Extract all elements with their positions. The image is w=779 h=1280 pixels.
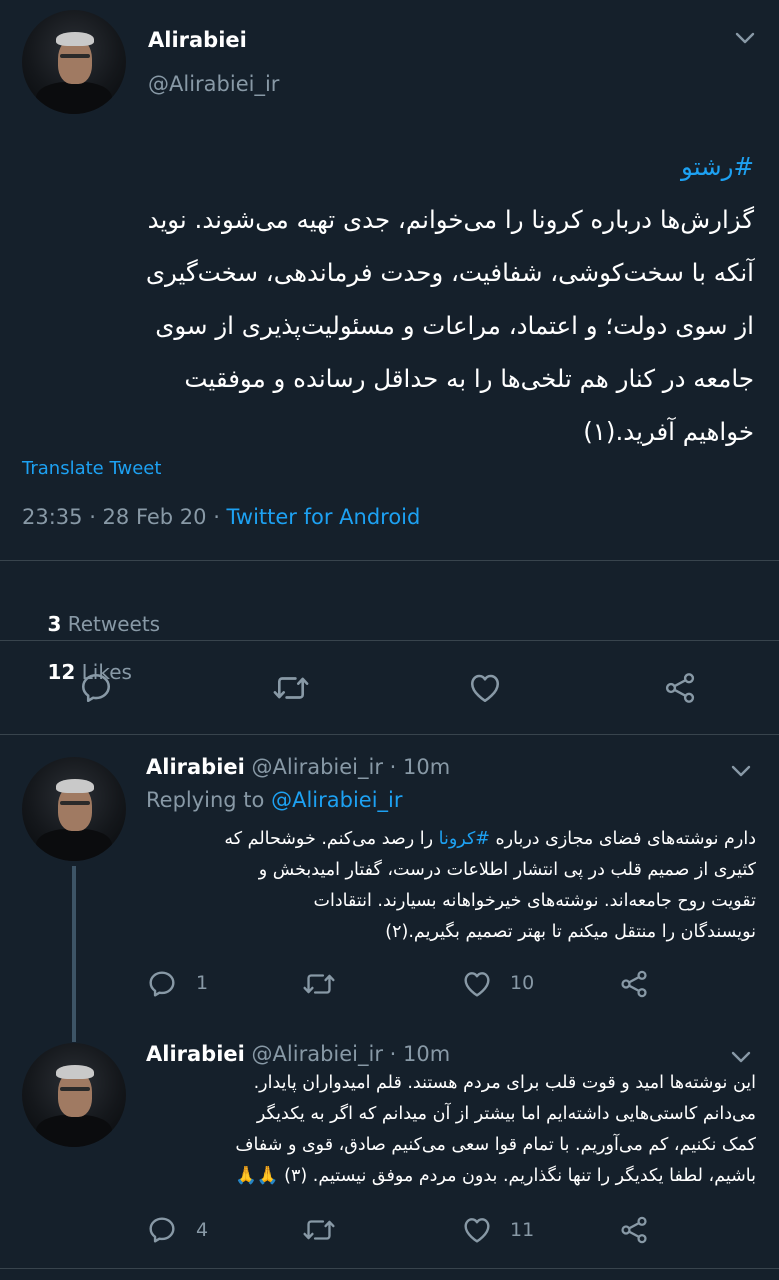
share-icon[interactable] bbox=[618, 1214, 650, 1250]
like-icon[interactable] bbox=[461, 1214, 493, 1250]
hashtag-link[interactable]: #کرونا bbox=[439, 829, 490, 849]
reply-header: Alirabiei @Alirabiei_ir · 10m bbox=[146, 1042, 450, 1066]
tweet-text-line: خواهیم آفرید.(۱) bbox=[583, 417, 754, 446]
translate-tweet-link[interactable]: Translate Tweet bbox=[22, 458, 161, 479]
user-handle[interactable]: @Alirabiei_ir bbox=[148, 72, 279, 96]
retweet-icon[interactable] bbox=[272, 670, 310, 710]
avatar[interactable] bbox=[22, 10, 126, 114]
divider bbox=[0, 734, 779, 735]
avatar[interactable] bbox=[22, 1043, 126, 1147]
timestamp: 23:35 · 28 Feb 20 · bbox=[22, 505, 227, 529]
tweet-text-line: گزارش‌ها درباره کرونا را می‌خوانم، جدی ت… bbox=[147, 205, 754, 234]
retweets-count: 3 bbox=[47, 612, 62, 636]
tweet-text-line: کمک نکنیم، کم می‌آوریم. با تمام قوا سعی … bbox=[235, 1135, 756, 1155]
tweet-text-line: این نوشته‌ها امید و قوت قلب برای مردم هس… bbox=[253, 1073, 756, 1093]
like-icon[interactable] bbox=[467, 670, 503, 710]
replying-to: Replying to @Alirabiei_ir bbox=[146, 788, 403, 812]
tweet-text-line: باشیم، لطفا یکدیگر را تنها نگذاریم. بدون… bbox=[235, 1166, 756, 1186]
like-icon[interactable] bbox=[461, 968, 493, 1004]
like-count: 10 bbox=[510, 972, 535, 994]
hashtag-link[interactable]: #رشتو bbox=[20, 140, 754, 193]
divider bbox=[0, 640, 779, 641]
reply-count: 4 bbox=[196, 1219, 209, 1241]
thread-line bbox=[72, 866, 76, 1042]
reply-icon[interactable] bbox=[146, 1214, 178, 1250]
avatar[interactable] bbox=[22, 757, 126, 861]
tweet-text-segment: دارم نوشته‌های فضای مجازی درباره bbox=[489, 829, 756, 849]
retweet-icon[interactable] bbox=[302, 968, 336, 1004]
replying-to-handle[interactable]: @Alirabiei_ir bbox=[271, 788, 402, 812]
reply-icon[interactable] bbox=[146, 968, 178, 1004]
tweet-text-line: جامعه در کنار هم تلخی‌ها را به حداقل رسا… bbox=[184, 364, 754, 393]
share-icon[interactable] bbox=[618, 968, 650, 1004]
chevron-down-icon[interactable] bbox=[730, 1046, 752, 1068]
retweets-label: Retweets bbox=[67, 612, 161, 636]
retweets-stat[interactable]: 3 Retweets bbox=[47, 612, 160, 636]
chevron-down-icon[interactable] bbox=[734, 27, 756, 49]
likes-count: 12 bbox=[47, 660, 76, 684]
user-handle[interactable]: @Alirabiei_ir bbox=[252, 755, 383, 779]
retweet-icon[interactable] bbox=[302, 1214, 336, 1250]
tweet-text-line: آنکه با سخت‌کوشی، شفافیت، وحدت فرماندهی،… bbox=[145, 258, 754, 287]
tweet-body: این نوشته‌ها امید و قوت قلب برای مردم هس… bbox=[146, 1068, 756, 1192]
source-link[interactable]: Twitter for Android bbox=[227, 505, 421, 529]
tweet-text-line: کثیری از صمیم قلب در پی انتشار اطلاعات د… bbox=[258, 860, 756, 880]
tweet-meta: 23:35 · 28 Feb 20 · Twitter for Android bbox=[22, 505, 420, 529]
tweet-body: #رشتو گزارش‌ها درباره کرونا را می‌خوانم،… bbox=[20, 140, 754, 458]
tweet-text-line: تقویت روح جامعه‌اند. نوشته‌های خیرخواهان… bbox=[313, 891, 757, 911]
tweet-text-segment: را رصد می‌کنم. خوشحالم که bbox=[224, 829, 439, 849]
user-handle[interactable]: @Alirabiei_ir bbox=[252, 1042, 383, 1066]
tweet-text-line: می‌دانم کاستی‌هایی داشته‌ایم اما بیشتر ا… bbox=[256, 1104, 756, 1124]
tweet-text-line: نویسندگان را منتقل میکنم تا بهتر تصمیم ب… bbox=[385, 922, 756, 942]
tweet-text-line: از سوی دولت؛ و اعتماد، مراعات و مسئولیت‌… bbox=[155, 311, 754, 340]
display-name[interactable]: Alirabiei bbox=[148, 28, 247, 52]
display-name[interactable]: Alirabiei bbox=[146, 755, 245, 779]
tweet-time: · 10m bbox=[389, 1042, 451, 1066]
like-count: 11 bbox=[510, 1219, 535, 1241]
divider bbox=[0, 560, 779, 561]
display-name[interactable]: Alirabiei bbox=[146, 1042, 245, 1066]
tweet-text-line: دارم نوشته‌های فضای مجازی درباره #کرونا … bbox=[146, 824, 756, 855]
tweet-time: · 10m bbox=[389, 755, 451, 779]
share-icon[interactable] bbox=[662, 670, 698, 710]
replying-to-label: Replying to bbox=[146, 788, 265, 812]
reply-header: Alirabiei @Alirabiei_ir · 10m bbox=[146, 755, 450, 779]
reply-count: 1 bbox=[196, 972, 209, 994]
divider bbox=[0, 1268, 779, 1269]
tweet-body: دارم نوشته‌های فضای مجازی درباره #کرونا … bbox=[146, 824, 756, 948]
reply-icon[interactable] bbox=[78, 670, 114, 710]
chevron-down-icon[interactable] bbox=[730, 760, 752, 782]
